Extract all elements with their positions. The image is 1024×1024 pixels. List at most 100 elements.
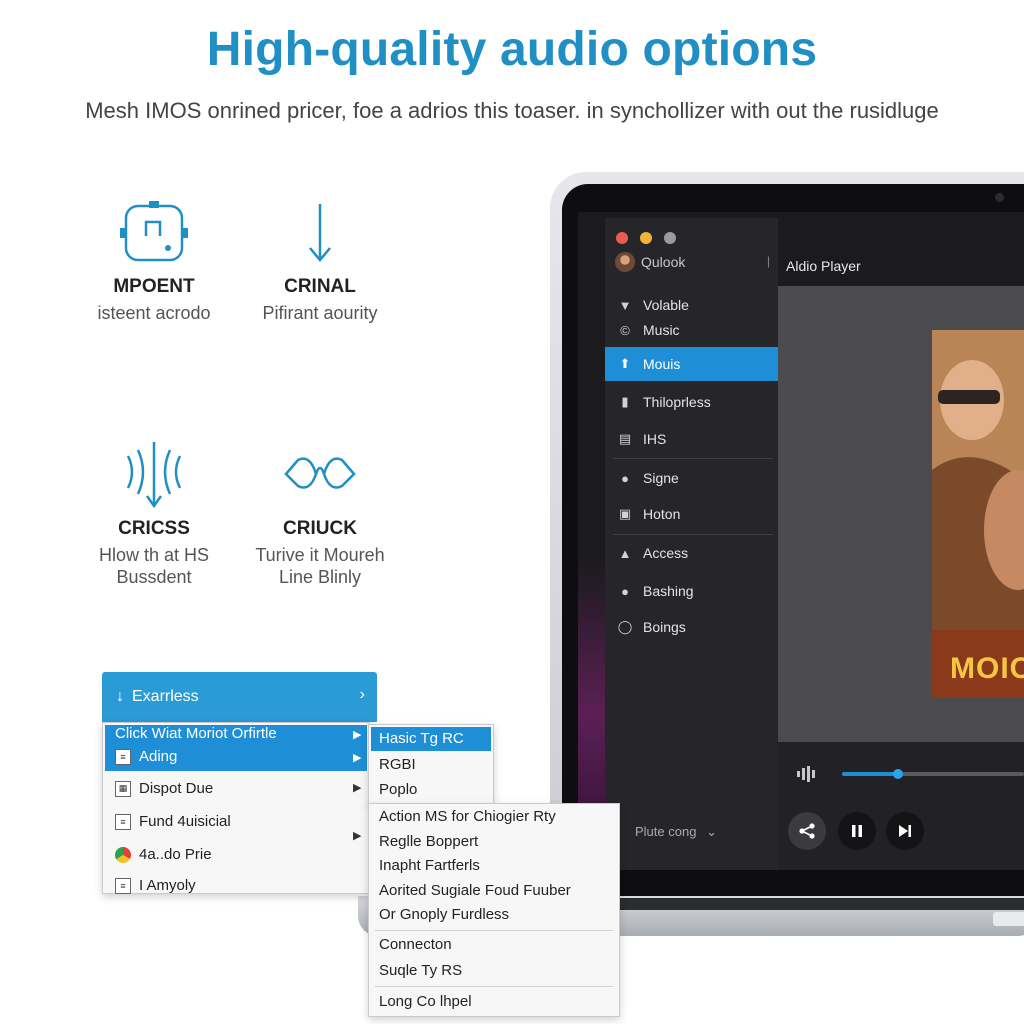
feature-title: CRIUCK [283,518,357,539]
document-icon: ≡ [115,813,131,830]
sidebar-item-music[interactable]: © Music [605,313,778,347]
sidebar-item-label: Volable [643,297,689,313]
close-window-button[interactable] [616,232,628,244]
sidebar-item-thiloprless[interactable]: ▮ Thiloprless [605,385,778,419]
menu-item[interactable]: ≡ I Amyoly [115,877,196,894]
sidebar-item-bashing[interactable]: ● Bashing [605,574,778,608]
user-account[interactable]: Qulook | [615,252,770,274]
player-title-bar: Aldio Player [778,240,1024,286]
laptop-foot [993,912,1024,926]
sidebar-item-label: Hoton [643,506,681,522]
maximize-window-button[interactable] [664,232,676,244]
menu-item[interactable]: 4a..do Prie [115,846,212,863]
sidebar-item-label: Boings [643,619,686,635]
list-icon: ≡ [115,748,131,765]
poster-title: MOIC [950,652,1024,685]
submenu-item[interactable]: Aorited Sugiale Foud Fuuber [379,882,571,899]
person-icon: ● [621,583,629,599]
submenu-item[interactable]: Inapht Fartferls [379,857,480,874]
menu-item-label: Dispot Due [139,780,214,797]
sound-wave-icon [126,442,182,509]
sidebar-item-label: Signe [643,470,679,486]
window-icon: ▣ [618,506,632,521]
sidebar-item-ihs[interactable]: ▤ IHS [605,422,778,456]
sidebar-item-label: Thiloprless [643,394,711,410]
chrome-icon [115,846,131,863]
chevron-right-icon: › [359,686,365,703]
waveform-loop-icon [284,457,356,489]
volume-icon: ▼ [618,297,632,313]
submenu-item[interactable]: Or Gnoply Furdless [379,906,509,923]
menu-item-label: Fund 4uisicial [139,813,231,830]
avatar [615,252,635,272]
menu-item[interactable]: ≡ Ading [115,748,177,765]
menu-item[interactable]: ≡ Fund 4uisicial [115,813,231,830]
submenu-item[interactable]: Reglle Boppert [379,833,478,850]
sidebar-item-label: Mouis [643,356,681,372]
next-track-button[interactable] [886,812,924,850]
menu-item[interactable]: ▦ Dispot Due [115,780,213,797]
power-icon: ◯ [617,619,633,634]
page-headline: High-quality audio options [206,23,818,76]
pause-icon [852,825,862,837]
menu-header-button[interactable]: ↓ Exarrless › [102,672,377,722]
submenu-item[interactable]: Hasic Tg RC [379,730,464,747]
separator-icon: | [766,254,770,268]
menu-item-label: I Amyoly [139,877,196,894]
page-subtitle: Mesh IMOS onrined pricer, foe a adrios t… [85,98,939,123]
feature-desc: Pifirant aourity [262,303,378,323]
submenu-item[interactable]: Long Co lhpel [379,993,472,1010]
menu-header-label: Exarrless [132,688,199,705]
sidebar-item-boings[interactable]: ◯ Boings [605,610,778,644]
sidebar-divider [613,458,773,459]
submenu-arrow-icon: ▶ [353,752,362,764]
seek-progress [842,772,899,776]
share-button[interactable] [788,812,826,850]
copyright-icon: © [620,322,630,338]
feature-desc: Turive it Moureh Line Blinly [255,545,385,587]
seek-slider[interactable] [842,769,1024,779]
submenu-1: Hasic Tg RC RGBI Poplo [368,724,494,806]
menu-item[interactable]: Click Wiat Moriot Orfirtle [115,725,277,742]
feature-desc: Hlow th at HS Bussdent [98,545,210,587]
waveform-icon [797,766,815,782]
chevron-down-icon: ⌄ [706,824,717,839]
sidebar-item-access[interactable]: ▲ Access [605,536,778,570]
player-controls [778,742,1024,870]
menu-divider [375,930,613,931]
pause-button[interactable] [838,812,876,850]
sidebar-item-signe[interactable]: ● Signe [605,461,778,495]
menu-divider [375,986,613,987]
submenu-item[interactable]: Connecton [379,936,452,953]
upload-arrow-icon: ⬆ [619,356,631,371]
submenu-arrow-icon: ▶ [353,729,362,741]
keyboard-icon: ▤ [618,431,632,446]
album-poster[interactable]: MOIC [932,330,1024,698]
document-icon: ≡ [115,877,131,894]
feature-card-2: CRINAL Pifirant aourity [230,198,410,324]
sidebar-item-label: IHS [643,431,667,447]
camera-icon [995,193,1004,202]
submenu-item[interactable]: Suqle Ty RS [379,962,462,979]
sidebar-item-label: Access [643,545,689,561]
seek-handle[interactable] [893,769,904,779]
playlist-dropdown[interactable]: Plute cong ⌄ [635,824,717,840]
laptop-hinge [620,898,1024,910]
feature-title: CRINAL [284,276,356,297]
skip-next-icon [899,825,911,837]
minimize-window-button[interactable] [640,232,652,244]
feature-card-1: MPOENT isteent acrodo [64,198,244,324]
menu-item-label: Ading [139,748,178,765]
submenu-item[interactable]: Action MS for Chiogier Rty [379,808,556,825]
submenu-item[interactable]: RGBI [379,756,416,773]
person-icon: ● [621,470,629,486]
app-sidebar: Qulook | ▼ Volable © Music ⬆ Mouis ▮ Thi… [605,218,778,870]
sidebar-item-mouis[interactable]: ⬆ Mouis [605,347,778,381]
sidebar-divider [613,534,773,535]
arrow-down-icon [309,204,331,262]
feature-desc: isteent acrodo [97,303,211,323]
submenu-item[interactable]: Poplo [379,781,417,798]
sidebar-item-hoton[interactable]: ▣ Hoton [605,497,778,531]
group-icon: ▲ [618,545,632,561]
playlist-dropdown-label: Plute cong [635,824,697,839]
